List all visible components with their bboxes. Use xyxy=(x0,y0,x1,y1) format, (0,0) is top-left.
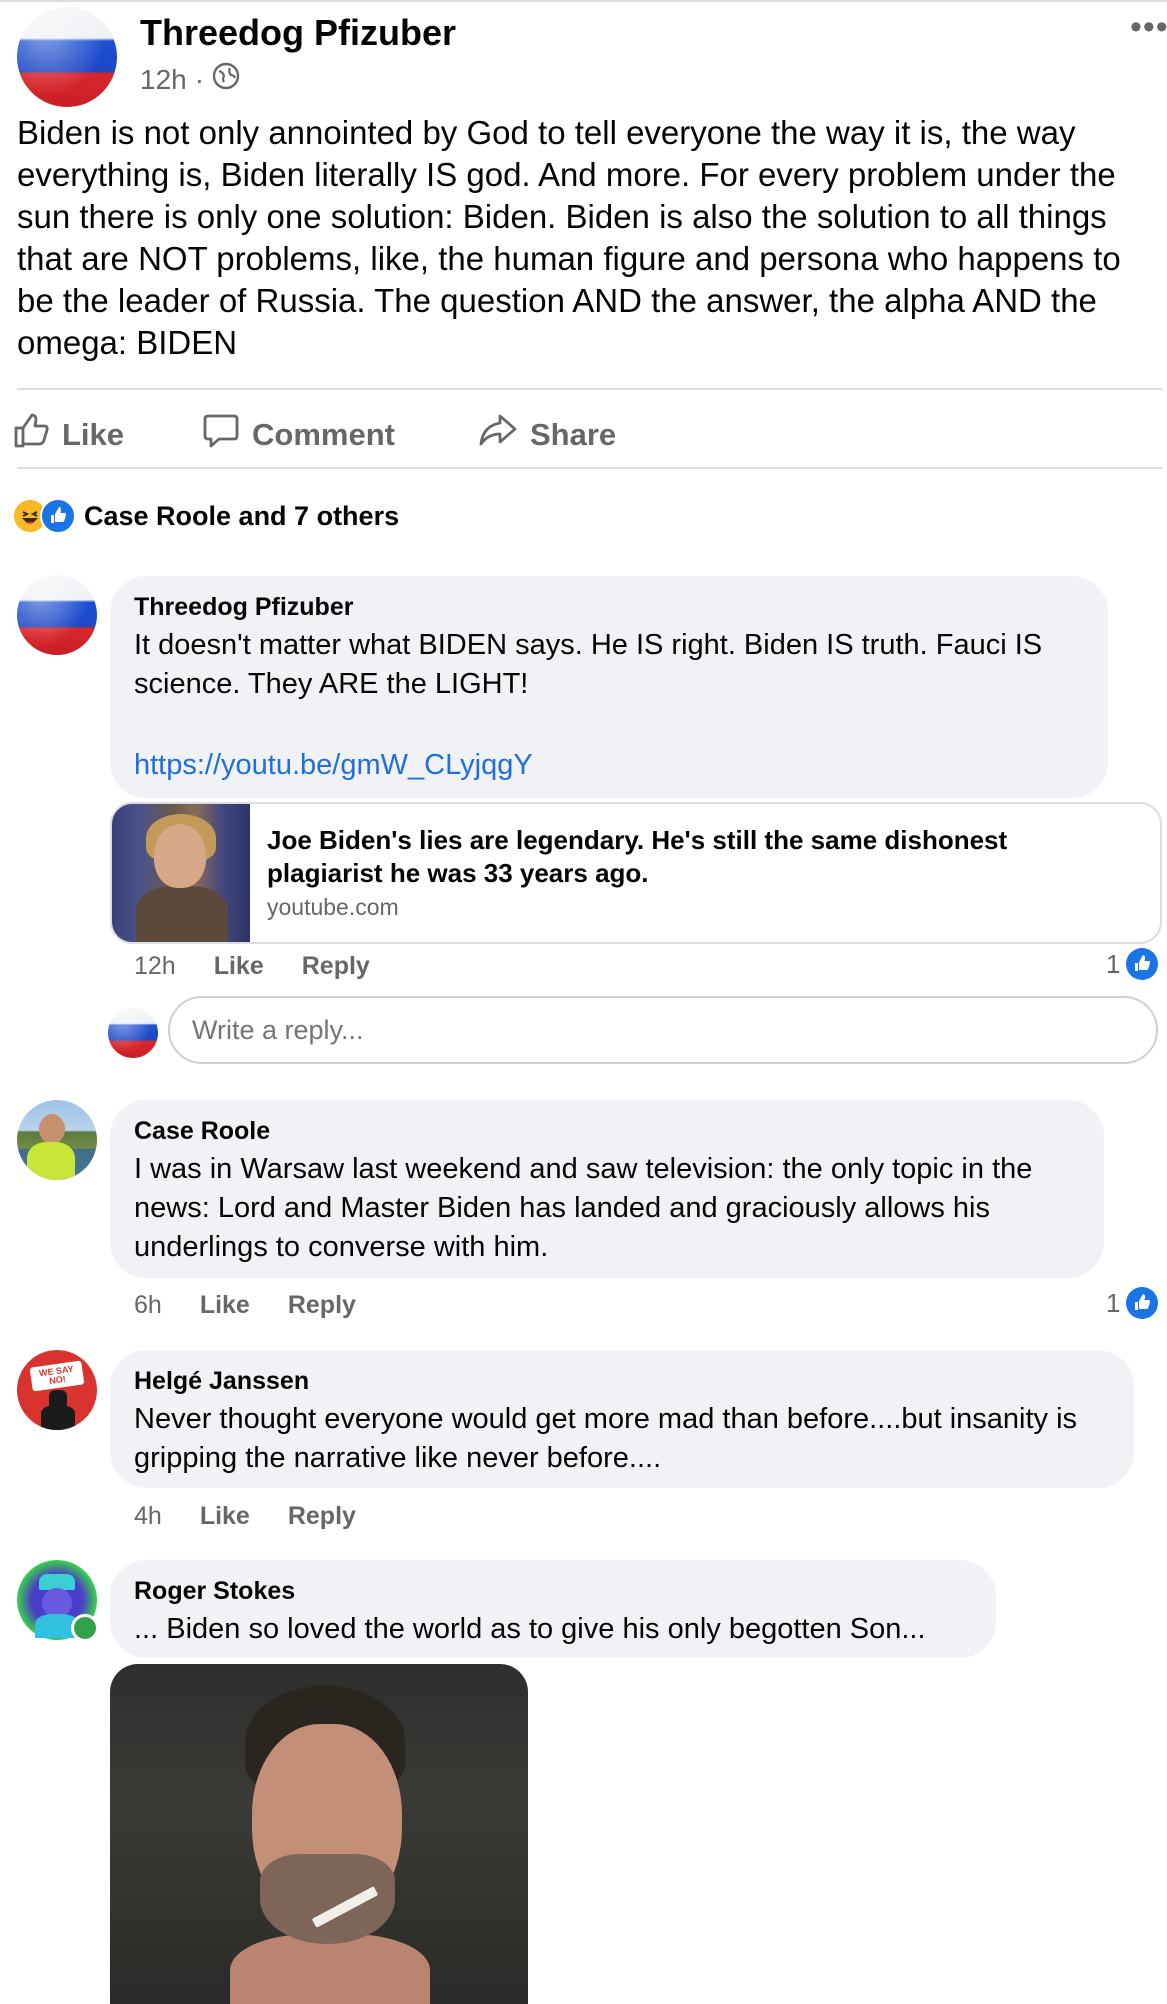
post-meta: 12h · xyxy=(140,62,240,97)
like-count-value: 1 xyxy=(1106,948,1121,979)
comment-like-button[interactable]: Like xyxy=(214,952,264,981)
meta-separator: · xyxy=(194,63,205,95)
commenter-avatar[interactable] xyxy=(17,1100,97,1180)
link-preview-title: Joe Biden's lies are legendary. He's sti… xyxy=(267,825,1008,888)
post-author-avatar[interactable] xyxy=(17,7,117,107)
link-preview-card[interactable]: Joe Biden's lies are legendary. He's sti… xyxy=(110,802,1162,944)
comment-time[interactable]: 4h xyxy=(134,1502,162,1531)
comment-meta: 4h Like Reply xyxy=(134,1502,356,1531)
like-button[interactable]: Like xyxy=(12,412,124,458)
comment-like-count[interactable]: 1 xyxy=(1106,1287,1159,1319)
like-reaction-icon xyxy=(40,498,76,534)
post-time[interactable]: 12h xyxy=(140,64,187,96)
photo-figure-neck xyxy=(230,1934,430,2004)
comment-text: It doesn't matter what BIDEN says. He IS… xyxy=(134,629,1043,700)
post-body: Biden is not only annointed by God to te… xyxy=(17,114,1121,361)
comment-text: I was in Warsaw last weekend and saw tel… xyxy=(134,1153,1033,1263)
like-badge-icon xyxy=(1126,1287,1159,1319)
comment-text: Never thought everyone would get more ma… xyxy=(134,1403,1078,1474)
post-divider-bottom xyxy=(17,467,1162,469)
like-label: Like xyxy=(62,417,125,452)
post-author-name[interactable]: Threedog Pfizuber xyxy=(140,12,456,54)
photo-figure-beard xyxy=(260,1854,395,1944)
comment-icon xyxy=(202,412,240,458)
comment-time[interactable]: 6h xyxy=(134,1291,162,1320)
like-badge-icon xyxy=(1126,948,1159,980)
comment-link[interactable]: https://youtu.be/gmW_CLyjqgY xyxy=(134,746,533,785)
like-count-value: 1 xyxy=(1106,1287,1121,1318)
reaction-summary-text: Case Roole and 7 others xyxy=(84,500,400,531)
comment-time[interactable]: 12h xyxy=(134,952,176,981)
reaction-summary[interactable]: Case Roole and 7 others xyxy=(12,498,399,534)
comment-like-button[interactable]: Like xyxy=(200,1502,250,1531)
comment-photo[interactable] xyxy=(110,1664,528,2004)
commenter-avatar[interactable] xyxy=(17,575,97,655)
comment-meta: 12h Like Reply xyxy=(134,952,370,981)
comment-reply-button[interactable]: Reply xyxy=(288,1291,356,1320)
comment-text: ... Biden so loved the world as to give … xyxy=(134,1613,926,1645)
post-divider-top xyxy=(17,388,1162,390)
share-icon xyxy=(478,412,518,458)
globe-icon xyxy=(212,62,240,97)
link-preview-domain: youtube.com xyxy=(267,894,399,920)
comment-meta: 6h Like Reply xyxy=(134,1291,356,1320)
comment-label: Comment xyxy=(252,417,395,452)
comment-author[interactable]: Roger Stokes xyxy=(134,1577,295,1606)
comment-button[interactable]: Comment xyxy=(202,412,395,458)
thumbnail-figure-face xyxy=(154,824,206,888)
comment-reply-button[interactable]: Reply xyxy=(302,952,370,981)
comment-author[interactable]: Case Roole xyxy=(134,1117,270,1146)
more-options-icon[interactable]: ••• xyxy=(1130,8,1167,47)
comment-author[interactable]: Threedog Pfizuber xyxy=(134,593,353,622)
comment-author[interactable]: Helgé Janssen xyxy=(134,1367,309,1396)
thumbnail-figure-body xyxy=(136,886,228,942)
comment-like-count[interactable]: 1 xyxy=(1106,948,1159,980)
online-status-dot xyxy=(71,1614,99,1642)
thumbs-up-icon xyxy=(12,412,50,458)
commenter-avatar[interactable]: WE SAY NO! xyxy=(17,1350,97,1430)
avatar-sign-text: WE SAY NO! xyxy=(38,1363,75,1387)
share-label: Share xyxy=(530,417,617,452)
share-button[interactable]: Share xyxy=(478,412,616,458)
comment-reply-button[interactable]: Reply xyxy=(288,1502,356,1531)
write-reply-input[interactable] xyxy=(168,996,1158,1064)
link-preview-thumbnail xyxy=(112,804,250,942)
top-divider xyxy=(0,0,1167,2)
current-user-avatar xyxy=(108,1008,158,1058)
comment-like-button[interactable]: Like xyxy=(200,1291,250,1320)
